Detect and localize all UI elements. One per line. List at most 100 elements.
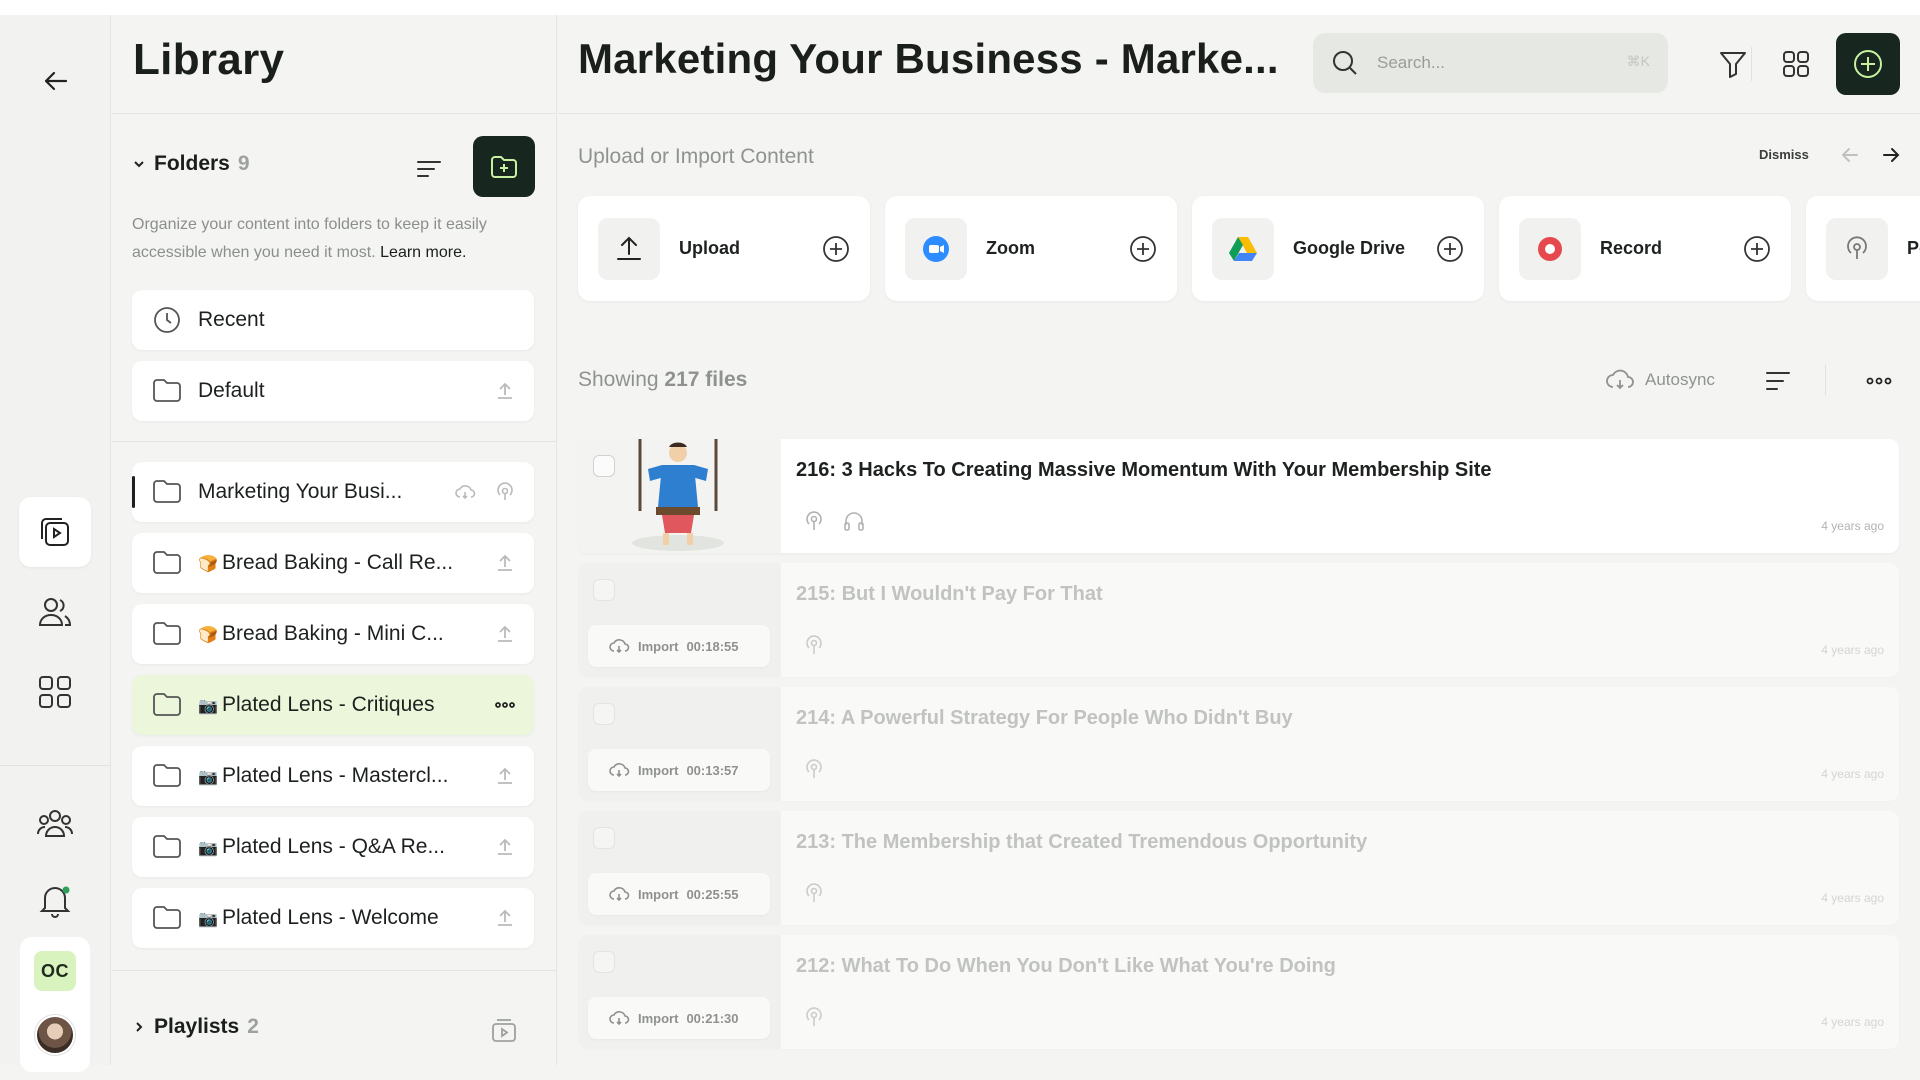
file-row[interactable]: Import 00:18:55 215: But I Wouldn't Pay …: [578, 563, 1899, 677]
upload-icon[interactable]: [494, 765, 516, 787]
folders-sort-button[interactable]: [412, 152, 446, 186]
community-nav-button[interactable]: [19, 788, 91, 858]
playlists-toggle[interactable]: Playlists 2: [132, 1015, 259, 1039]
file-icons: [802, 509, 866, 533]
workspace-initials[interactable]: OC: [34, 951, 76, 991]
new-folder-button[interactable]: [473, 136, 535, 197]
upload-icon[interactable]: [494, 552, 516, 574]
folder-name: Plated Lens - Q&A Re...: [222, 835, 445, 858]
apps-nav-button[interactable]: [19, 657, 91, 727]
folder-item[interactable]: 📷 Plated Lens - Mastercl...: [132, 746, 534, 806]
back-arrow-icon[interactable]: [40, 65, 72, 97]
upload-icon[interactable]: [494, 380, 516, 402]
folder-item[interactable]: 📷 Plated Lens - Welcome: [132, 888, 534, 948]
grid-icon: [39, 676, 71, 708]
folder-item[interactable]: 📷 Plated Lens - Q&A Re...: [132, 817, 534, 877]
podcast-icon: [1826, 218, 1888, 280]
cloud-download-icon: [609, 763, 630, 778]
import-button[interactable]: Import 00:21:30: [588, 997, 770, 1039]
folder-item[interactable]: Marketing Your Busi...: [132, 462, 534, 522]
import-button[interactable]: Import 00:13:57: [588, 749, 770, 791]
notifications-nav-button[interactable]: [19, 865, 91, 935]
cloud-sync-icon[interactable]: [454, 481, 476, 503]
row-checkbox[interactable]: [593, 579, 615, 601]
row-checkbox[interactable]: [593, 455, 615, 477]
cloud-download-icon: [609, 1011, 630, 1026]
import-button[interactable]: Import 00:18:55: [588, 625, 770, 667]
top-strip: [0, 0, 1920, 15]
file-title[interactable]: 216: 3 Hacks To Creating Massive Momentu…: [796, 459, 1492, 482]
folder-label: Recent: [198, 308, 265, 331]
import-label: Import: [638, 762, 679, 778]
people-icon: [38, 598, 72, 626]
folder-icon: [153, 551, 181, 574]
showing-prefix: Showing: [578, 368, 659, 391]
folder-icon: [153, 379, 181, 402]
file-title[interactable]: 214: A Powerful Strategy For People Who …: [796, 707, 1293, 730]
filter-icon: [1720, 52, 1746, 78]
search-box[interactable]: ⌘K: [1313, 33, 1668, 93]
folder-item[interactable]: 🍞 Bread Baking - Mini C...: [132, 604, 534, 664]
learn-more-link[interactable]: Learn more.: [380, 244, 466, 261]
file-title[interactable]: 212: What To Do When You Don't Like What…: [796, 955, 1336, 978]
folder-name: Bread Baking - Call Re...: [222, 551, 454, 574]
folder-emoji: 📷: [198, 698, 218, 715]
playlist-add-icon[interactable]: [489, 1015, 519, 1045]
file-row[interactable]: Import 00:13:57 214: A Powerful Strategy…: [578, 687, 1899, 801]
dismiss-button[interactable]: Dismiss: [1759, 147, 1809, 162]
layout-toggle-button[interactable]: [1771, 39, 1821, 89]
file-title[interactable]: 213: The Membership that Created Tremend…: [796, 831, 1367, 854]
upload-icon[interactable]: [494, 836, 516, 858]
source-card-record[interactable]: Record: [1499, 196, 1791, 301]
library-title: Library: [133, 35, 285, 84]
file-count: Showing 217 files: [578, 368, 747, 392]
folder-default[interactable]: Default: [132, 361, 534, 421]
plus-circle-icon[interactable]: [1743, 235, 1771, 263]
media-library-nav-button[interactable]: [19, 497, 91, 567]
import-button[interactable]: Import 00:25:55: [588, 873, 770, 915]
showing-count: 217 files: [664, 368, 748, 391]
plus-circle-icon[interactable]: [1129, 235, 1157, 263]
row-checkbox[interactable]: [593, 703, 615, 725]
podcast-icon: [806, 759, 822, 778]
folder-item[interactable]: 🍞 Bread Baking - Call Re...: [132, 533, 534, 593]
plus-circle-icon[interactable]: [1436, 235, 1464, 263]
source-card-upload[interactable]: Upload: [578, 196, 870, 301]
file-thumbnail: [578, 439, 781, 553]
folders-toggle[interactable]: Folders 9: [132, 152, 250, 176]
file-row[interactable]: 216: 3 Hacks To Creating Massive Momentu…: [578, 439, 1899, 553]
source-card-podcast[interactable]: Po: [1806, 196, 1920, 301]
file-thumbnail: Import 00:21:30: [578, 935, 781, 1049]
avatar[interactable]: [35, 1015, 75, 1055]
file-row[interactable]: Import 00:25:55 213: The Membership that…: [578, 811, 1899, 925]
row-checkbox[interactable]: [593, 951, 615, 973]
plus-circle-icon: [1854, 50, 1882, 78]
upload-icon[interactable]: [494, 623, 516, 645]
left-rail: OC: [0, 15, 111, 1072]
file-row[interactable]: Import 00:21:30 212: What To Do When You…: [578, 935, 1899, 1049]
more-icon[interactable]: [494, 694, 516, 716]
main-header-divider: [558, 113, 1920, 114]
folder-item[interactable]: 📷 Plated Lens - Critiques: [132, 675, 534, 735]
source-card-zoom[interactable]: Zoom: [885, 196, 1177, 301]
source-card-google-drive[interactable]: Google Drive: [1192, 196, 1484, 301]
scroll-right-icon[interactable]: [1879, 143, 1903, 167]
list-sort-icon[interactable]: [1764, 367, 1792, 395]
add-content-button[interactable]: [1836, 33, 1900, 95]
upload-section-title: Upload or Import Content: [578, 145, 814, 168]
podcast-icon[interactable]: [494, 481, 516, 503]
contacts-nav-button[interactable]: [19, 577, 91, 647]
folder-emoji: 🍞: [198, 556, 218, 573]
plus-circle-icon[interactable]: [822, 235, 850, 263]
row-checkbox[interactable]: [593, 827, 615, 849]
autosync-button[interactable]: Autosync: [1605, 367, 1715, 393]
upload-icon[interactable]: [494, 907, 516, 929]
search-input[interactable]: [1377, 33, 1597, 93]
file-icons: [802, 1005, 826, 1029]
more-icon[interactable]: [1864, 370, 1894, 392]
folder-name: Bread Baking - Mini C...: [222, 622, 444, 645]
folder-recent[interactable]: Recent: [132, 290, 534, 350]
folders-description: Organize your content into folders to ke…: [132, 211, 542, 267]
scroll-left-icon[interactable]: [1838, 143, 1862, 167]
file-title[interactable]: 215: But I Wouldn't Pay For That: [796, 583, 1103, 606]
